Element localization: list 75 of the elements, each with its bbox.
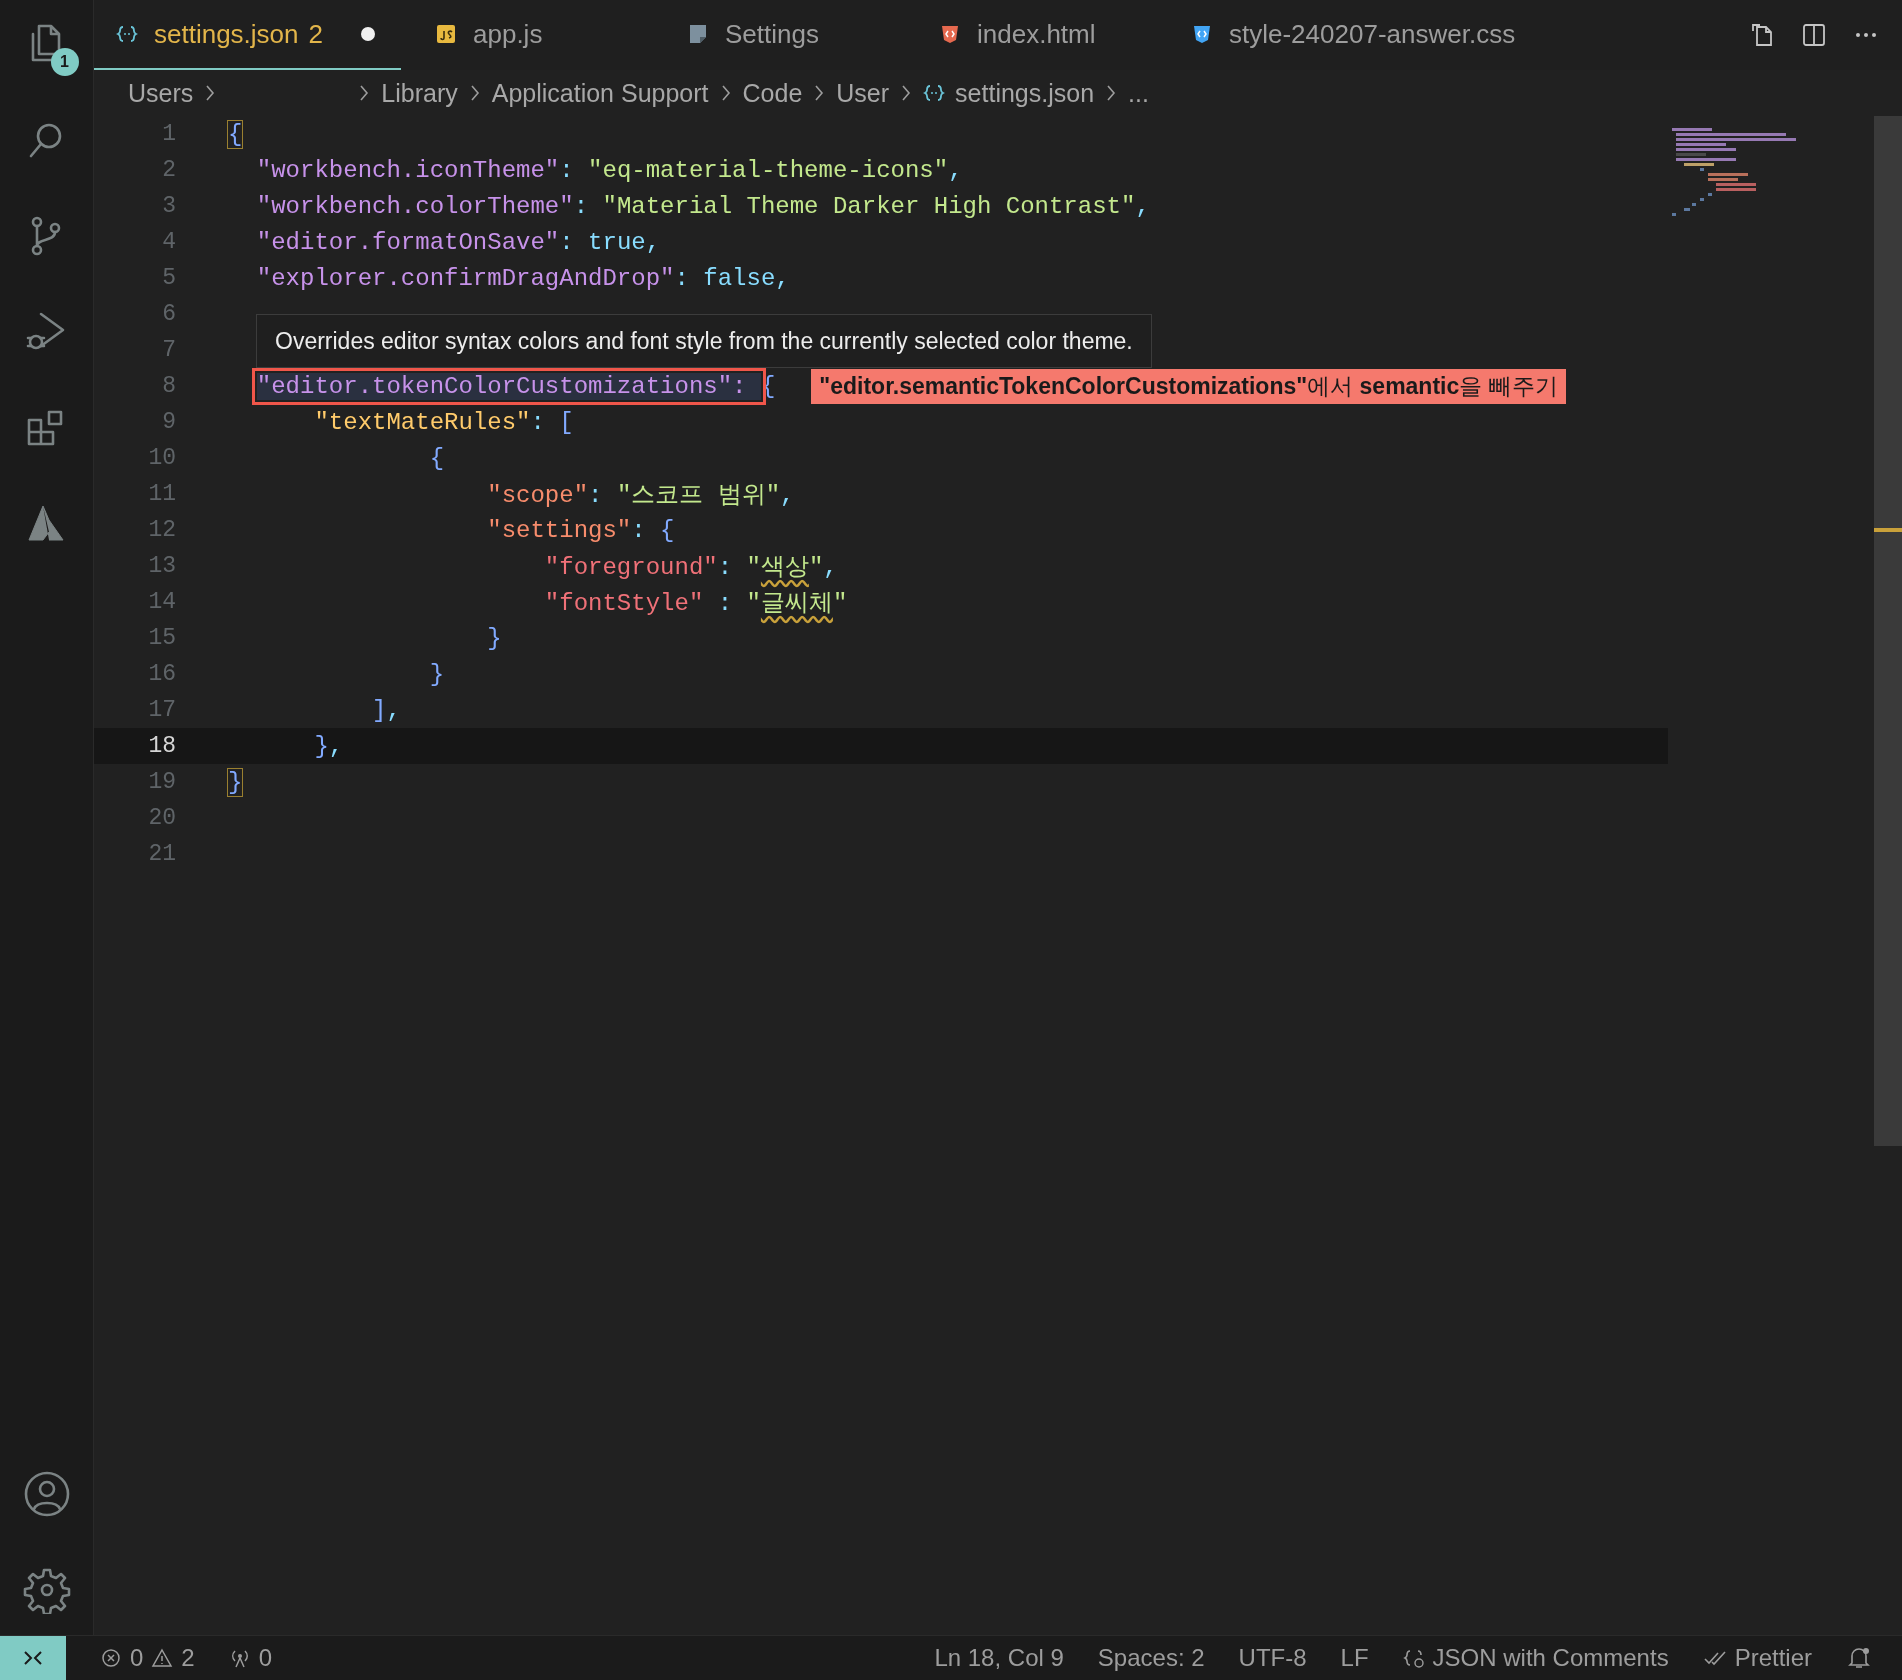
breadcrumb-item[interactable]: Application Support [491,78,709,108]
count-badge: 1 [50,48,79,76]
breadcrumb-item[interactable]: Code [742,78,803,108]
line-number: 12 [147,517,176,543]
ports-button[interactable]: 0 [228,1644,273,1672]
js-file-icon [435,23,457,45]
braces-icon [1402,1647,1425,1669]
line-number: 1 [161,121,176,147]
status-item[interactable]: JSON with Comments [1402,1644,1669,1672]
problems-button[interactable]: 0 2 [100,1644,195,1672]
code-line: "textMateRules": [ [313,408,574,436]
shield-icon [1191,23,1213,45]
line-number: 11 [147,481,176,507]
editor-tab[interactable]: style-240207-answer.css [1169,0,1542,70]
code-line: "editor.formatOnSave": true, [255,228,661,256]
line-number: 14 [147,589,176,615]
line-number: 8 [161,373,176,399]
code-line: "settings": { [486,516,675,544]
code-line: { [228,120,243,148]
code-line: "foreground": "색상", [543,553,838,582]
status-item[interactable]: UTF-8 [1238,1644,1307,1672]
line-number: 18 [147,733,176,759]
editor-tab[interactable]: Settings [665,0,905,70]
code-line: "scope": "스코프 범위", [486,481,795,510]
braces-icon [923,82,946,104]
status-item[interactable]: Ln 18, Col 9 [934,1644,1064,1672]
remote-button[interactable] [0,1636,66,1680]
code-line: "workbench.iconTheme": "eq-material-theme-icons", [255,156,963,184]
error-icon [100,1647,122,1669]
code-line: { [428,444,445,472]
breadcrumb-item[interactable]: User [836,78,890,108]
bell-icon[interactable] [1846,1645,1872,1671]
code-line: "fontStyle" : "글씨체" [543,589,848,618]
line-number: 7 [161,337,176,363]
breadcrumb-item[interactable]: Users [128,78,194,108]
line-number: 19 [147,769,176,795]
breadcrumb-item[interactable]: Library [381,78,458,108]
account-icon[interactable] [22,1470,71,1518]
status-item[interactable]: Prettier [1702,1644,1812,1672]
code-line: "explorer.confirmDragAndDrop": false, [255,264,790,292]
file-icon [687,23,709,45]
editor-tab[interactable]: settings.json 2 [94,0,401,70]
code-line: } [486,624,502,652]
status-item[interactable]: Spaces: 2 [1097,1644,1205,1672]
line-number: 20 [147,805,176,831]
line-number: 3 [161,193,176,219]
split-editor-icon[interactable] [1800,21,1828,49]
breadcrumb-item[interactable]: ... [1128,78,1149,108]
line-number: 13 [147,553,176,579]
line-number: 9 [161,409,176,435]
line-number: 6 [161,301,176,327]
line-number: 10 [147,445,176,471]
scroll-marker [1874,528,1902,532]
annotation-label: "editor.semanticTokenColorCustomizations"에서 semantic을 빼주기 [811,368,1566,404]
hover-tooltip: Overrides editor syntax colors and font style from the currently selected color theme. [256,314,1152,368]
breadcrumb-item[interactable]: settings.json [955,78,1095,108]
line-number: 5 [161,265,176,291]
braces-icon [116,23,138,45]
warning-icon [151,1647,174,1669]
line-number: 2 [161,157,176,183]
line-number: 15 [147,625,176,651]
line-number: 21 [147,841,176,867]
line-number: 4 [161,229,176,255]
code-line: } [428,660,445,688]
code-line: }, [313,732,344,760]
editor-tab[interactable]: index.html [917,0,1157,70]
line-number: 16 [147,661,176,687]
code-line: "workbench.colorTheme": "Material Theme Darker High Contrast", [255,192,1150,220]
code-line: } [228,768,243,796]
settings-icon[interactable] [22,1566,71,1614]
editor-tab[interactable]: app.js [413,0,653,70]
status-item[interactable]: LF [1340,1644,1369,1672]
shield-icon [939,23,961,45]
code-line: ], [371,696,401,724]
line-number: 17 [147,697,176,723]
